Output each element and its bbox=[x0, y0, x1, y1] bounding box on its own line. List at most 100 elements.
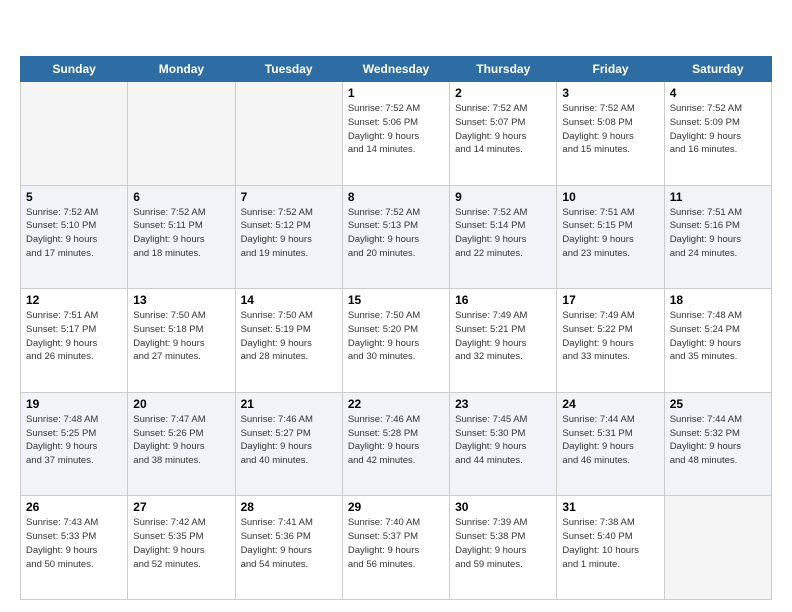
day-header-friday: Friday bbox=[557, 57, 664, 82]
day-info: Sunrise: 7:50 AM Sunset: 5:18 PM Dayligh… bbox=[133, 309, 229, 364]
logo-icon bbox=[20, 18, 48, 46]
day-number: 20 bbox=[133, 397, 229, 411]
calendar-day-23: 23 Sunrise: 7:45 AM Sunset: 5:30 PM Dayli… bbox=[450, 392, 557, 496]
day-number: 9 bbox=[455, 190, 551, 204]
calendar-day-3: 3 Sunrise: 7:52 AM Sunset: 5:08 PM Daylig… bbox=[557, 82, 664, 186]
day-info: Sunrise: 7:50 AM Sunset: 5:19 PM Dayligh… bbox=[241, 309, 337, 364]
calendar-week-row: 1Sunrise: 7:52 AM Sunset: 5:06 PM Daylig… bbox=[21, 82, 772, 186]
calendar-day-8: 8Sunrise: 7:52 AM Sunset: 5:13 PM Daylig… bbox=[342, 185, 449, 289]
calendar-header-row: SundayMondayTuesdayWednesdayThursdayFrid… bbox=[21, 57, 772, 82]
day-info: Sunrise: 7:38 AM Sunset: 5:40 PM Dayligh… bbox=[562, 516, 658, 571]
day-number: 5 bbox=[26, 190, 122, 204]
day-number: 8 bbox=[348, 190, 444, 204]
day-info: Sunrise: 7:39 AM Sunset: 5:38 PM Dayligh… bbox=[455, 516, 551, 571]
calendar: SundayMondayTuesdayWednesdayThursdayFrid… bbox=[20, 56, 772, 600]
day-info: Sunrise: 7:44 AM Sunset: 5:32 PM Dayligh… bbox=[670, 413, 766, 468]
day-number: 12 bbox=[26, 293, 122, 307]
calendar-day-13: 13 Sunrise: 7:50 AM Sunset: 5:18 PM Dayli… bbox=[128, 289, 235, 393]
calendar-day-10: 10Sunrise: 7:51 AM Sunset: 5:15 PM Dayli… bbox=[557, 185, 664, 289]
day-info: Sunrise: 7:49 AM Sunset: 5:21 PM Dayligh… bbox=[455, 309, 551, 364]
day-info: Sunrise: 7:47 AM Sunset: 5:26 PM Dayligh… bbox=[133, 413, 229, 468]
day-number: 28 bbox=[241, 500, 337, 514]
page: SundayMondayTuesdayWednesdayThursdayFrid… bbox=[0, 0, 792, 612]
day-number: 17 bbox=[562, 293, 658, 307]
day-header-saturday: Saturday bbox=[664, 57, 771, 82]
calendar-day-empty bbox=[235, 82, 342, 186]
day-info: Sunrise: 7:46 AM Sunset: 5:27 PM Dayligh… bbox=[241, 413, 337, 468]
day-header-monday: Monday bbox=[128, 57, 235, 82]
day-info: Sunrise: 7:40 AM Sunset: 5:37 PM Dayligh… bbox=[348, 516, 444, 571]
day-number: 24 bbox=[562, 397, 658, 411]
day-info: Sunrise: 7:51 AM Sunset: 5:17 PM Dayligh… bbox=[26, 309, 122, 364]
day-number: 14 bbox=[241, 293, 337, 307]
day-number: 21 bbox=[241, 397, 337, 411]
day-info: Sunrise: 7:52 AM Sunset: 5:07 PM Dayligh… bbox=[455, 102, 551, 157]
calendar-day-26: 26 Sunrise: 7:43 AM Sunset: 5:33 PM Dayli… bbox=[21, 496, 128, 600]
day-info: Sunrise: 7:43 AM Sunset: 5:33 PM Dayligh… bbox=[26, 516, 122, 571]
calendar-day-empty bbox=[21, 82, 128, 186]
calendar-day-12: 12 Sunrise: 7:51 AM Sunset: 5:17 PM Dayli… bbox=[21, 289, 128, 393]
day-number: 25 bbox=[670, 397, 766, 411]
day-info: Sunrise: 7:52 AM Sunset: 5:12 PM Dayligh… bbox=[241, 206, 337, 261]
calendar-day-16: 16 Sunrise: 7:49 AM Sunset: 5:21 PM Dayli… bbox=[450, 289, 557, 393]
logo bbox=[20, 18, 52, 46]
day-number: 23 bbox=[455, 397, 551, 411]
header bbox=[20, 18, 772, 46]
day-number: 22 bbox=[348, 397, 444, 411]
day-number: 18 bbox=[670, 293, 766, 307]
calendar-day-6: 6 Sunrise: 7:52 AM Sunset: 5:11 PM Daylig… bbox=[128, 185, 235, 289]
calendar-day-24: 24 Sunrise: 7:44 AM Sunset: 5:31 PM Dayli… bbox=[557, 392, 664, 496]
calendar-day-2: 2 Sunrise: 7:52 AM Sunset: 5:07 PM Daylig… bbox=[450, 82, 557, 186]
day-number: 19 bbox=[26, 397, 122, 411]
day-info: Sunrise: 7:52 AM Sunset: 5:11 PM Dayligh… bbox=[133, 206, 229, 261]
calendar-day-21: 21 Sunrise: 7:46 AM Sunset: 5:27 PM Dayli… bbox=[235, 392, 342, 496]
day-info: Sunrise: 7:51 AM Sunset: 5:16 PM Dayligh… bbox=[670, 206, 766, 261]
day-info: Sunrise: 7:44 AM Sunset: 5:31 PM Dayligh… bbox=[562, 413, 658, 468]
calendar-day-20: 20 Sunrise: 7:47 AM Sunset: 5:26 PM Dayli… bbox=[128, 392, 235, 496]
day-number: 7 bbox=[241, 190, 337, 204]
day-info: Sunrise: 7:46 AM Sunset: 5:28 PM Dayligh… bbox=[348, 413, 444, 468]
day-info: Sunrise: 7:51 AM Sunset: 5:15 PM Dayligh… bbox=[562, 206, 658, 261]
day-number: 13 bbox=[133, 293, 229, 307]
day-info: Sunrise: 7:48 AM Sunset: 5:25 PM Dayligh… bbox=[26, 413, 122, 468]
day-info: Sunrise: 7:41 AM Sunset: 5:36 PM Dayligh… bbox=[241, 516, 337, 571]
day-number: 4 bbox=[670, 86, 766, 100]
calendar-day-27: 27Sunrise: 7:42 AM Sunset: 5:35 PM Dayli… bbox=[128, 496, 235, 600]
day-number: 15 bbox=[348, 293, 444, 307]
day-number: 11 bbox=[670, 190, 766, 204]
calendar-day-empty bbox=[128, 82, 235, 186]
calendar-day-7: 7 Sunrise: 7:52 AM Sunset: 5:12 PM Daylig… bbox=[235, 185, 342, 289]
day-number: 6 bbox=[133, 190, 229, 204]
calendar-week-row: 19 Sunrise: 7:48 AM Sunset: 5:25 PM Dayli… bbox=[21, 392, 772, 496]
day-number: 3 bbox=[562, 86, 658, 100]
day-number: 16 bbox=[455, 293, 551, 307]
calendar-day-5: 5Sunrise: 7:52 AM Sunset: 5:10 PM Daylig… bbox=[21, 185, 128, 289]
day-header-sunday: Sunday bbox=[21, 57, 128, 82]
calendar-day-28: 28 Sunrise: 7:41 AM Sunset: 5:36 PM Dayli… bbox=[235, 496, 342, 600]
day-info: Sunrise: 7:52 AM Sunset: 5:06 PM Dayligh… bbox=[348, 102, 444, 157]
calendar-day-19: 19 Sunrise: 7:48 AM Sunset: 5:25 PM Dayli… bbox=[21, 392, 128, 496]
calendar-day-30: 30 Sunrise: 7:39 AM Sunset: 5:38 PM Dayli… bbox=[450, 496, 557, 600]
day-number: 29 bbox=[348, 500, 444, 514]
day-info: Sunrise: 7:48 AM Sunset: 5:24 PM Dayligh… bbox=[670, 309, 766, 364]
calendar-day-31: 31 Sunrise: 7:38 AM Sunset: 5:40 PM Dayli… bbox=[557, 496, 664, 600]
day-header-wednesday: Wednesday bbox=[342, 57, 449, 82]
calendar-day-14: 14 Sunrise: 7:50 AM Sunset: 5:19 PM Dayli… bbox=[235, 289, 342, 393]
calendar-day-4: 4 Sunrise: 7:52 AM Sunset: 5:09 PM Daylig… bbox=[664, 82, 771, 186]
day-number: 26 bbox=[26, 500, 122, 514]
day-number: 31 bbox=[562, 500, 658, 514]
calendar-day-15: 15 Sunrise: 7:50 AM Sunset: 5:20 PM Dayli… bbox=[342, 289, 449, 393]
day-info: Sunrise: 7:49 AM Sunset: 5:22 PM Dayligh… bbox=[562, 309, 658, 364]
day-number: 2 bbox=[455, 86, 551, 100]
day-header-tuesday: Tuesday bbox=[235, 57, 342, 82]
day-number: 30 bbox=[455, 500, 551, 514]
calendar-day-1: 1Sunrise: 7:52 AM Sunset: 5:06 PM Daylig… bbox=[342, 82, 449, 186]
calendar-day-18: 18 Sunrise: 7:48 AM Sunset: 5:24 PM Dayli… bbox=[664, 289, 771, 393]
calendar-week-row: 5Sunrise: 7:52 AM Sunset: 5:10 PM Daylig… bbox=[21, 185, 772, 289]
calendar-day-9: 9Sunrise: 7:52 AM Sunset: 5:14 PM Daylig… bbox=[450, 185, 557, 289]
day-number: 27 bbox=[133, 500, 229, 514]
day-info: Sunrise: 7:52 AM Sunset: 5:08 PM Dayligh… bbox=[562, 102, 658, 157]
day-info: Sunrise: 7:52 AM Sunset: 5:09 PM Dayligh… bbox=[670, 102, 766, 157]
day-info: Sunrise: 7:45 AM Sunset: 5:30 PM Dayligh… bbox=[455, 413, 551, 468]
day-info: Sunrise: 7:50 AM Sunset: 5:20 PM Dayligh… bbox=[348, 309, 444, 364]
